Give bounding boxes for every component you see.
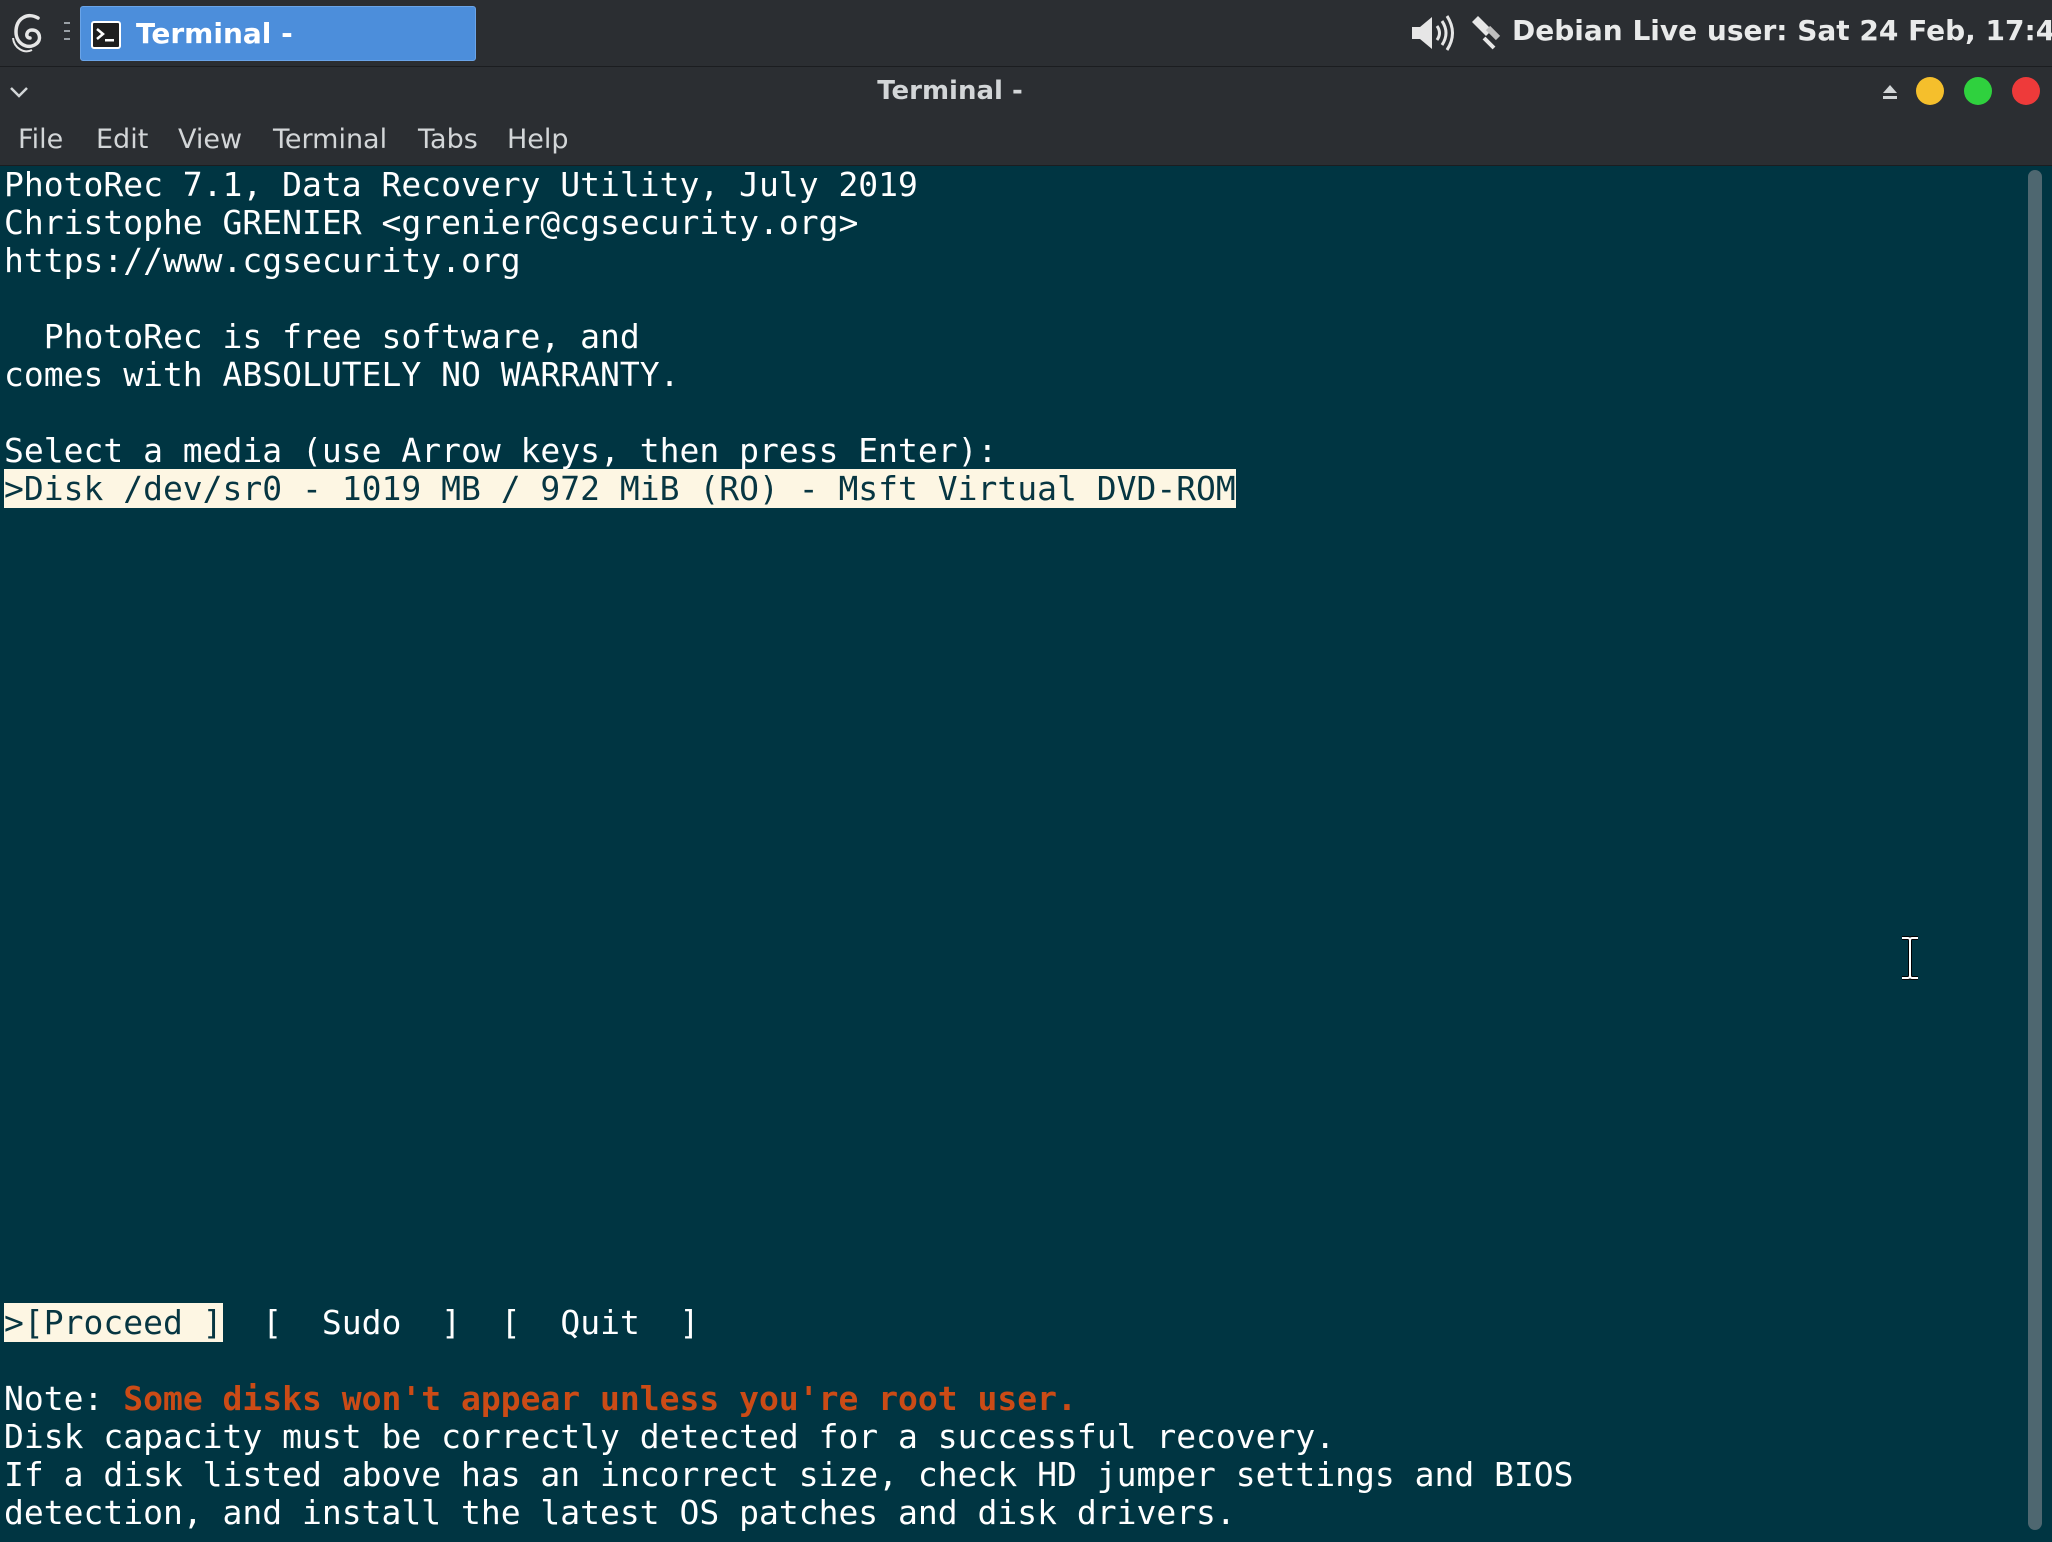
user-clock[interactable]: Debian Live user: Sat 24 Feb, 17:42 <box>1512 14 2052 48</box>
quit-button[interactable]: [ Quit ] <box>501 1303 700 1342</box>
close-button[interactable] <box>2012 77 2040 105</box>
menubar: File Edit View Terminal Tabs Help <box>0 115 2052 166</box>
license-line: PhotoRec is free software, and <box>4 317 640 356</box>
network-plug-icon[interactable] <box>1466 14 1506 52</box>
menu-edit[interactable]: Edit <box>96 123 148 157</box>
note-line: If a disk listed above has an incorrect … <box>4 1455 1574 1494</box>
proceed-button[interactable]: >[Proceed ] <box>4 1303 223 1342</box>
window-titlebar[interactable]: Terminal - <box>0 67 2052 115</box>
terminal-app-icon <box>91 21 121 49</box>
eject-icon[interactable] <box>1880 83 1900 101</box>
header-line: Christophe GRENIER <grenier@cgsecurity.o… <box>4 203 859 242</box>
media-list-item-selected[interactable]: >Disk /dev/sr0 - 1019 MB / 972 MiB (RO) … <box>4 469 1236 508</box>
menu-view[interactable]: View <box>178 123 242 157</box>
panel-handle-icon <box>64 22 70 40</box>
volume-icon[interactable] <box>1408 12 1458 54</box>
note-line: Disk capacity must be correctly detected… <box>4 1417 1336 1456</box>
note-line: Note: Some disks won't appear unless you… <box>4 1380 1077 1418</box>
taskbar-button-label: Terminal - <box>136 17 293 50</box>
sudo-button[interactable]: [ Sudo ] <box>262 1303 461 1342</box>
top-panel: Terminal - Debian Live user: Sat 24 Feb,… <box>0 0 2052 67</box>
menu-terminal[interactable]: Terminal <box>273 123 387 157</box>
action-bar: >[Proceed ] [ Sudo ] [ Quit ] <box>4 1303 700 1342</box>
menu-file[interactable]: File <box>18 123 63 157</box>
note-label: Note: <box>4 1379 124 1418</box>
note-line: detection, and install the latest OS pat… <box>4 1493 1236 1532</box>
maximize-button[interactable] <box>1964 77 1992 105</box>
terminal-view[interactable]: PhotoRec 7.1, Data Recovery Utility, Jul… <box>0 166 2020 1542</box>
taskbar-button-terminal[interactable]: Terminal - <box>80 6 476 61</box>
note-warning: Some disks won't appear unless you're ro… <box>123 1379 1077 1418</box>
media-prompt: Select a media (use Arrow keys, then pre… <box>4 431 998 470</box>
scrollbar-thumb[interactable] <box>2028 170 2042 1530</box>
media-list-item-label: >Disk /dev/sr0 - 1019 MB / 972 MiB (RO) … <box>4 469 1236 508</box>
header-line: PhotoRec 7.1, Data Recovery Utility, Jul… <box>4 165 918 204</box>
minimize-button[interactable] <box>1916 77 1944 105</box>
menu-tabs[interactable]: Tabs <box>418 123 478 157</box>
window-title: Terminal - <box>877 76 1023 106</box>
text-cursor-icon <box>1902 936 1918 980</box>
header-line: https://www.cgsecurity.org <box>4 241 521 280</box>
debian-logo-icon[interactable] <box>10 10 52 56</box>
terminal-scrollbar[interactable] <box>2020 166 2052 1542</box>
menu-help[interactable]: Help <box>507 123 569 157</box>
license-line: comes with ABSOLUTELY NO WARRANTY. <box>4 355 680 394</box>
